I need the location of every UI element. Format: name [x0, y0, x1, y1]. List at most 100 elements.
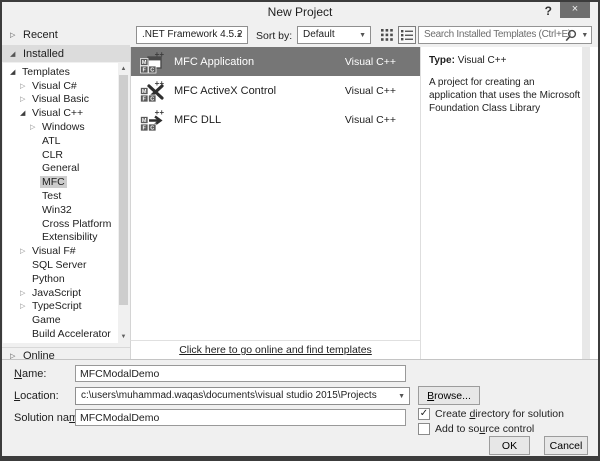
template-item-mfc-dll[interactable]: ++ M F C MFC DLL Visual C++	[131, 105, 420, 134]
tree-item-label: Templates	[22, 65, 70, 78]
sort-dropdown[interactable]: Default ▼	[297, 26, 371, 44]
type-line: Type: Visual C++	[429, 54, 581, 67]
cancel-button[interactable]: Cancel	[544, 436, 588, 455]
new-project-dialog: New Project ? × ▷ Recent ◢ Installed ◢ Te…	[0, 0, 600, 461]
template-language: Visual C++	[344, 113, 396, 126]
tree-item-visual-f[interactable]: ▷ Visual F#	[3, 244, 118, 258]
tree-item-other-project-types[interactable]: ▷Other Project Types	[3, 341, 125, 343]
chevron-collapsed-icon[interactable]: ▷	[20, 247, 30, 255]
framework-dropdown[interactable]: .NET Framework 4.5.2 ▼	[136, 26, 248, 44]
sidebar-item-recent[interactable]: ▷ Recent	[2, 26, 130, 43]
tree-item-cross-platform[interactable]: Cross Platform	[3, 217, 118, 231]
scroll-down-icon[interactable]: ▼	[118, 332, 129, 342]
tree-item-label: SQL Server	[32, 259, 87, 272]
icon-view-button[interactable]	[378, 26, 396, 44]
tree-item-general[interactable]: General	[3, 162, 118, 176]
tree-item-sql-server[interactable]: SQL Server	[3, 258, 118, 272]
chevron-collapsed-icon[interactable]: ▷	[30, 123, 40, 131]
tree-item-extensibility[interactable]: Extensibility	[3, 231, 118, 245]
chevron-collapsed-icon[interactable]: ▷	[10, 31, 23, 39]
template-name: MFC ActiveX Control	[174, 84, 277, 97]
tree-item-win32[interactable]: Win32	[3, 203, 118, 217]
tree-item-templates[interactable]: ◢ Templates	[3, 65, 118, 79]
chevron-collapsed-icon[interactable]: ▷	[20, 95, 30, 103]
chevron-expanded-icon[interactable]: ◢	[10, 68, 20, 76]
description-scrollbar[interactable]	[582, 47, 590, 359]
tree-item-visual-c[interactable]: ◢ Visual C++	[3, 106, 118, 120]
tree-item-visual-basic[interactable]: ▷ Visual Basic	[3, 93, 118, 107]
create-directory-label: Create directory for solution	[435, 407, 564, 420]
chevron-collapsed-icon[interactable]: ▷	[20, 302, 30, 310]
tree-item-javascript[interactable]: ▷ JavaScript	[3, 286, 118, 300]
tree-scrollbar[interactable]: ▲ ▼	[118, 63, 129, 343]
chevron-down-icon: ▼	[236, 32, 243, 39]
chevron-collapsed-icon[interactable]: ▷	[20, 289, 30, 297]
template-item-mfc-activex-control[interactable]: ++ M F C MFC ActiveX Control Visual C++	[131, 76, 420, 105]
chevron-expanded-icon[interactable]: ◢	[10, 50, 23, 58]
tree-item-typescript[interactable]: ▷ TypeScript	[3, 300, 118, 314]
add-source-control-checkbox[interactable]	[418, 422, 430, 435]
scroll-up-icon[interactable]: ▲	[118, 64, 129, 74]
tree-item-label: Visual C#	[32, 79, 77, 92]
location-dropdown[interactable]: c:\users\muhammad.waqas\documents\visual…	[75, 387, 410, 405]
tree-item-atl[interactable]: ATL	[3, 134, 118, 148]
tree-item-label: TypeScript	[32, 300, 82, 313]
tree-item-label: Visual F#	[32, 245, 76, 258]
search-placeholder: Search Installed Templates (Ctrl+E)	[424, 29, 571, 40]
tree-item-label: ATL	[42, 134, 61, 147]
tree-item-label: JavaScript	[32, 286, 82, 299]
search-input[interactable]: Search Installed Templates (Ctrl+E) ▼	[418, 26, 592, 44]
tree-item-test[interactable]: Test	[3, 189, 118, 203]
tree-item-mfc[interactable]: MFC	[3, 175, 118, 189]
mfc-application-icon: ++ M F C	[140, 50, 164, 74]
chevron-down-icon: ▼	[581, 32, 588, 39]
svg-text:++: ++	[155, 108, 164, 117]
tree-item-clr[interactable]: CLR	[3, 148, 118, 162]
tree-item-label: Other Project Types	[30, 342, 127, 343]
template-name: MFC DLL	[174, 113, 222, 126]
tree-item-game[interactable]: Game	[3, 313, 118, 327]
chevron-collapsed-icon[interactable]: ▷	[20, 82, 30, 90]
template-item-mfc-application[interactable]: ++ M F C MFC Application Visual C++	[131, 47, 420, 76]
list-view-button[interactable]	[398, 26, 416, 44]
tree-item-python[interactable]: Python	[3, 272, 118, 286]
scrollbar-thumb[interactable]	[119, 75, 128, 305]
search-icon	[565, 29, 577, 42]
tree-item-windows[interactable]: ▷ Windows	[3, 120, 118, 134]
browse-button[interactable]: Browse...	[418, 386, 480, 405]
sidebar-item-installed[interactable]: ◢ Installed	[2, 45, 130, 62]
close-button[interactable]: ×	[560, 2, 590, 18]
svg-text:C: C	[150, 96, 154, 102]
toolbar: .NET Framework 4.5.2 ▼ Sort by: Default …	[130, 22, 598, 47]
list-view-icon	[401, 30, 413, 41]
chevron-expanded-icon[interactable]: ◢	[20, 109, 30, 117]
chevron-down-icon: ▼	[359, 32, 366, 39]
tree-item-build-accelerator[interactable]: Build Accelerator	[3, 327, 118, 341]
framework-value: .NET Framework 4.5.2	[142, 29, 243, 40]
titlebar: New Project ? ×	[2, 2, 598, 22]
svg-text:C: C	[150, 125, 154, 131]
ok-button[interactable]: OK	[489, 436, 530, 455]
sort-value: Default	[303, 29, 335, 40]
online-templates-link[interactable]: Click here to go online and find templat…	[179, 344, 372, 356]
sidebar-item-label: Recent	[23, 28, 58, 41]
help-button[interactable]: ?	[545, 4, 552, 18]
tree-item-visual-c[interactable]: ▷ Visual C#	[3, 79, 118, 93]
tree-item-label: Extensibility	[42, 231, 98, 244]
name-input[interactable]	[75, 365, 406, 382]
tree-item-label: Cross Platform	[42, 217, 112, 230]
online-templates-link-row: Click here to go online and find templat…	[130, 340, 420, 359]
dialog-title: New Project	[267, 5, 333, 19]
svg-text:M: M	[142, 60, 147, 66]
tree-item-label: MFC	[40, 176, 67, 189]
project-form: Name: Location: c:\users\muhammad.waqas\…	[2, 359, 598, 456]
create-directory-checkbox[interactable]: ✓	[418, 407, 430, 420]
tree-item-label: Game	[32, 314, 61, 327]
tree-item-label: Test	[42, 190, 62, 203]
solution-name-input[interactable]	[75, 409, 406, 426]
chevron-down-icon: ▼	[398, 393, 405, 400]
tree-item-label: Win32	[42, 203, 72, 216]
name-label: Name:	[14, 368, 47, 380]
template-language: Visual C++	[344, 55, 396, 68]
svg-text:C: C	[150, 67, 154, 73]
